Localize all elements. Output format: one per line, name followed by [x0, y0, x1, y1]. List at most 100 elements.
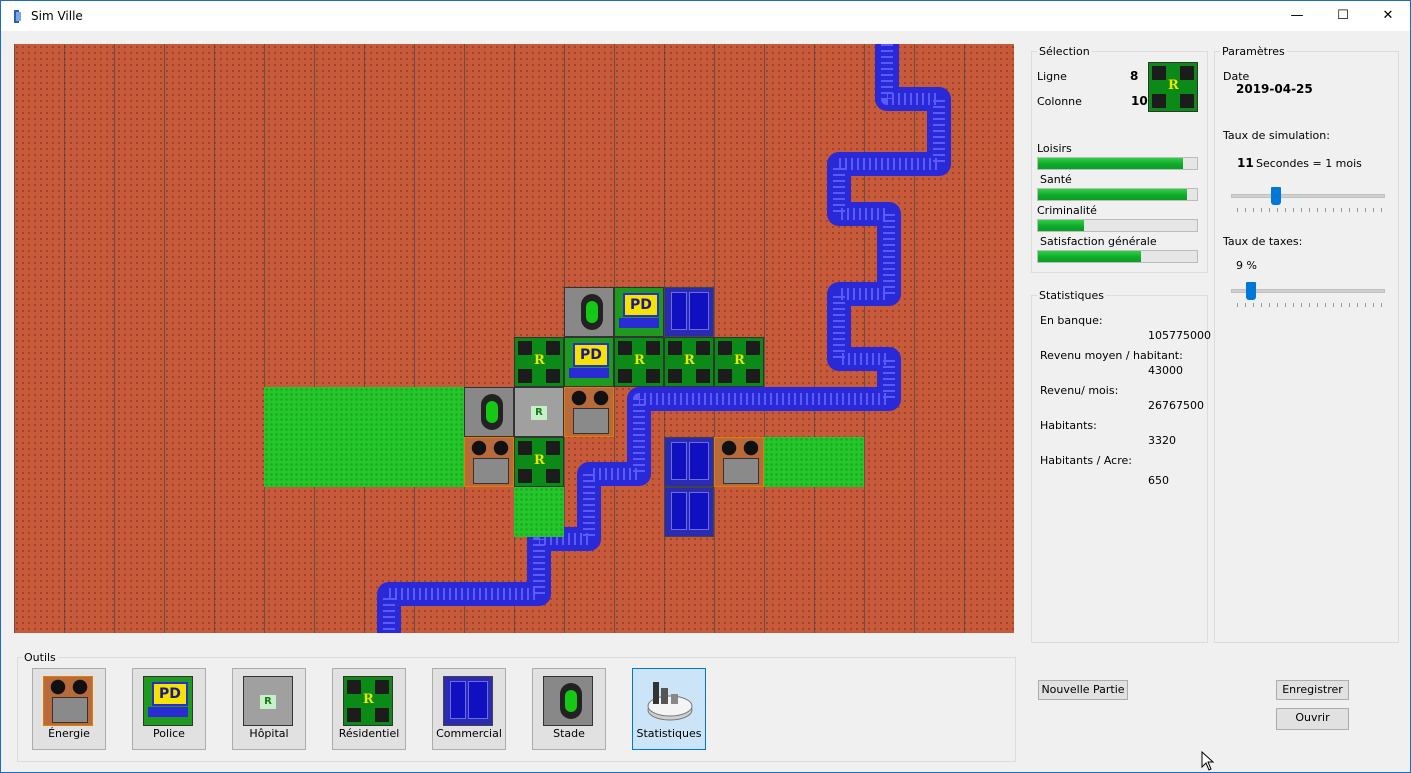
map-tile-com[interactable]: [664, 437, 714, 487]
map-tile-green[interactable]: [414, 437, 464, 487]
title-bar: Sim Ville — ☐ ✕: [1, 1, 1410, 31]
habitants-label: Habitants:: [1040, 419, 1097, 432]
revenu-moyen-value: 43000: [1148, 364, 1183, 377]
tool-label: Hôpital: [249, 727, 289, 740]
tool-button-statistics[interactable]: Statistiques: [632, 668, 706, 750]
revenu-mois-value: 26767500: [1148, 399, 1204, 412]
map-tile-com[interactable]: [664, 287, 714, 337]
minimize-icon: —: [1290, 8, 1304, 23]
tool-button-commercial[interactable]: Commercial: [432, 668, 506, 750]
sante-bar: [1037, 188, 1198, 201]
criminalite-label: Criminalité: [1037, 204, 1097, 217]
habitants-acre-value: 650: [1148, 474, 1169, 487]
maximize-button[interactable]: ☐: [1320, 1, 1366, 31]
colonne-label: Colonne: [1037, 95, 1082, 108]
revenu-mois-label: Revenu/ mois:: [1040, 384, 1119, 397]
ligne-value: 8: [1130, 69, 1139, 83]
tool-button-stadium[interactable]: Stade: [532, 668, 606, 750]
tool-button-hospital[interactable]: R Hôpital: [232, 668, 306, 750]
statistics-legend: Statistiques: [1037, 289, 1106, 302]
taxes-slider-thumb[interactable]: [1245, 282, 1256, 300]
open-button[interactable]: Ouvrir: [1276, 708, 1349, 730]
taux-simulation-unit: Secondes = 1 mois: [1256, 157, 1362, 170]
simulation-slider-ticks: [1237, 208, 1382, 212]
statistics-group: [1031, 295, 1208, 643]
tool-button-power-plant[interactable]: Énergie: [32, 668, 106, 750]
map-tile-ene[interactable]: [464, 437, 514, 487]
map-tile-pol[interactable]: PD: [614, 287, 664, 337]
colonne-value: 10: [1131, 94, 1148, 108]
city-map[interactable]: PD R PD R R R R R: [14, 44, 1014, 633]
tool-button-residential[interactable]: R Résidentiel: [332, 668, 406, 750]
app-window: Sim Ville — ☐ ✕ PD R PD R R R R R Sélection Lig…: [0, 0, 1411, 773]
map-tile-green[interactable]: [264, 437, 314, 487]
window-title: Sim Ville: [31, 9, 83, 23]
app-icon: [14, 10, 21, 23]
ligne-label: Ligne: [1037, 70, 1067, 83]
tool-button-police[interactable]: PD Police: [132, 668, 206, 750]
habitants-value: 3320: [1148, 434, 1176, 447]
tool-label: Énergie: [48, 727, 90, 740]
date-value: 2019-04-25: [1236, 82, 1313, 96]
taux-simulation-value: 11: [1237, 156, 1254, 170]
map-tile-res[interactable]: R: [664, 337, 714, 387]
map-tile-green[interactable]: [764, 437, 814, 487]
simulation-slider-track[interactable]: [1231, 194, 1385, 198]
residential-icon: R: [343, 676, 393, 726]
map-tile-res[interactable]: R: [714, 337, 764, 387]
map-tile-green[interactable]: [364, 387, 414, 437]
map-tile-green[interactable]: [364, 437, 414, 487]
taux-taxes-label: Taux de taxes:: [1223, 235, 1303, 248]
parameters-legend: Paramètres: [1220, 45, 1287, 58]
tool-label: Commercial: [436, 727, 502, 740]
commercial-icon: [443, 676, 493, 726]
police-icon: PD: [143, 676, 193, 726]
map-tile-green[interactable]: [264, 387, 314, 437]
map-tile-com[interactable]: [664, 487, 714, 537]
selection-legend: Sélection: [1037, 45, 1092, 58]
map-tile-hos[interactable]: R: [514, 387, 564, 437]
save-button[interactable]: Enregistrer: [1276, 680, 1349, 700]
map-tile-sta[interactable]: [464, 387, 514, 437]
simulation-slider-thumb[interactable]: [1271, 187, 1282, 205]
mouse-cursor-icon: [1201, 751, 1215, 771]
map-tile-res[interactable]: R: [514, 437, 564, 487]
taux-simulation-label: Taux de simulation:: [1223, 129, 1330, 142]
minimize-button[interactable]: —: [1274, 1, 1320, 31]
tool-label: Résidentiel: [338, 727, 400, 740]
power-plant-icon: [43, 676, 93, 726]
map-tile-sta[interactable]: [564, 287, 614, 337]
sante-label: Santé: [1040, 173, 1072, 186]
loisirs-label: Loisirs: [1037, 142, 1072, 155]
stadium-icon: [543, 676, 593, 726]
map-tile-res[interactable]: R: [614, 337, 664, 387]
tool-label: Statistiques: [636, 727, 702, 740]
map-tile-green[interactable]: [514, 487, 564, 537]
taxes-slider-ticks: [1237, 303, 1382, 307]
tools-legend: Outils: [22, 651, 58, 664]
map-tile-ene[interactable]: [564, 387, 614, 437]
hospital-icon: R: [243, 676, 293, 726]
map-tile-green[interactable]: [414, 387, 464, 437]
map-tile-pol[interactable]: PD: [564, 337, 614, 387]
satisfaction-label: Satisfaction générale: [1040, 235, 1157, 248]
revenu-moyen-label: Revenu moyen / habitant:: [1040, 349, 1183, 362]
statistics-icon: [643, 676, 693, 726]
close-button[interactable]: ✕: [1365, 1, 1411, 31]
criminalite-bar: [1037, 219, 1198, 232]
taux-taxes-value: 9 %: [1236, 259, 1257, 272]
map-tile-green[interactable]: [814, 437, 864, 487]
habitants-acre-label: Habitants / Acre:: [1040, 454, 1132, 467]
satisfaction-bar: [1037, 250, 1198, 263]
new-game-button[interactable]: Nouvelle Partie: [1038, 680, 1128, 700]
close-icon: ✕: [1382, 8, 1394, 23]
selected-tile-preview: R: [1148, 62, 1198, 112]
tool-label: Stade: [553, 727, 585, 740]
map-tile-ene[interactable]: [714, 437, 764, 487]
maximize-icon: ☐: [1337, 8, 1349, 23]
loisirs-bar: [1037, 157, 1198, 170]
banque-label: En banque:: [1040, 314, 1103, 327]
map-tile-green[interactable]: [314, 437, 364, 487]
map-tile-green[interactable]: [314, 387, 364, 437]
map-tile-res[interactable]: R: [514, 337, 564, 387]
